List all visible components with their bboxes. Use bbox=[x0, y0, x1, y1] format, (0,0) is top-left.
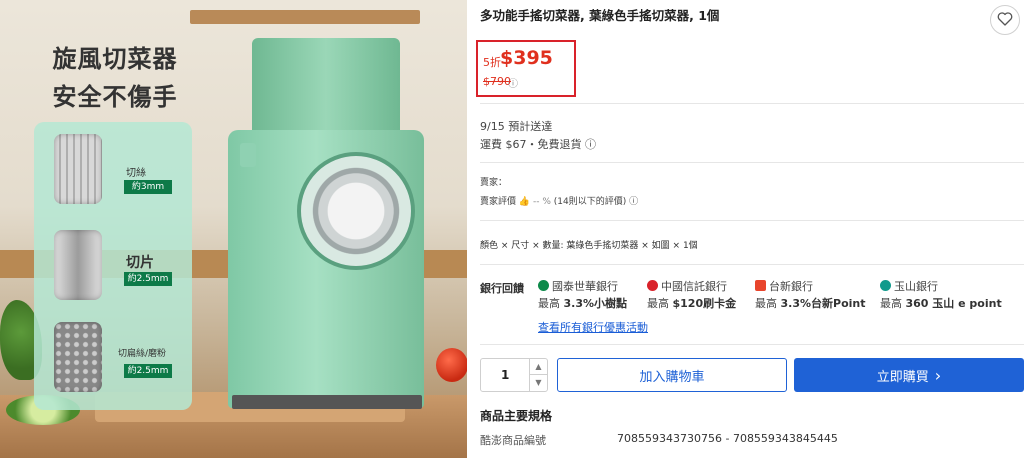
bank-name: 國泰世華銀行 bbox=[552, 279, 618, 293]
shred-blade-image bbox=[54, 134, 102, 204]
heart-icon bbox=[997, 11, 1013, 30]
divider bbox=[480, 344, 1024, 345]
divider bbox=[480, 264, 1024, 265]
favorite-button[interactable] bbox=[990, 5, 1020, 35]
bank-offer-prefix: 最高 bbox=[647, 297, 669, 310]
promo-line-1: 旋風切菜器 bbox=[52, 45, 178, 73]
divider bbox=[480, 103, 1024, 104]
shipping-fee: 運費 $67・免費退貨 ⓘ bbox=[480, 138, 596, 151]
add-to-cart-label: 加入購物車 bbox=[639, 369, 705, 385]
taishin-bank-logo-icon bbox=[755, 280, 766, 291]
quantity-increase-icon[interactable]: ▲ bbox=[529, 359, 547, 375]
divider bbox=[480, 220, 1024, 221]
bank-offer-esun[interactable]: 玉山銀行 最高 360 玉山 e point bbox=[880, 278, 1002, 311]
product-title: 多功能手搖切菜器, 葉綠色手搖切菜器, 1個 bbox=[480, 8, 720, 23]
quantity-decrease-icon[interactable]: ▼ bbox=[529, 375, 547, 391]
divider bbox=[480, 162, 1024, 163]
slice-blade-image bbox=[54, 230, 102, 300]
esun-bank-logo-icon bbox=[880, 280, 891, 291]
promo-headline: 旋風切菜器 安全不傷手 bbox=[40, 40, 190, 116]
machine-drum-window bbox=[297, 152, 415, 270]
bank-offer-taishin[interactable]: 台新銀行 最高 3.3%台新Point bbox=[755, 278, 875, 311]
bank-offer-ctbc[interactable]: 中國信託銀行 最高 $120刷卡金 bbox=[647, 278, 767, 311]
bank-offer-prefix: 最高 bbox=[755, 297, 777, 310]
product-image[interactable]: 旋風切菜器 安全不傷手 切絲 約3mm 切片 約2.5mm 切扁絲/磨粉 約2.… bbox=[0, 0, 467, 458]
bank-offer-value: $120刷卡金 bbox=[672, 297, 737, 310]
seller-rating: 賣家評價 👍 -- % (14則以下的評價) ⓘ bbox=[480, 194, 638, 207]
blade-label-shred: 切絲 bbox=[126, 168, 146, 179]
bank-name: 玉山銀行 bbox=[894, 279, 938, 293]
price-highlight-box: 5折 $395 $790 ⓘ bbox=[476, 40, 576, 97]
specs-heading: 商品主要規格 bbox=[480, 409, 553, 423]
chevron-right-icon: › bbox=[934, 365, 942, 385]
tomato-decoration bbox=[436, 348, 467, 382]
seller-rating-label: 賣家評價 bbox=[480, 197, 517, 207]
bank-offer-prefix: 最高 bbox=[880, 297, 902, 310]
delivery-date: 9/15 預計送達 bbox=[480, 120, 553, 133]
discount-label: 5折 bbox=[483, 56, 501, 69]
bank-cashback-title: 銀行回饋 bbox=[480, 282, 524, 295]
product-info-panel: 多功能手搖切菜器, 葉綠色手搖切菜器, 1個 5折 $395 $790 ⓘ 9/… bbox=[476, 0, 1024, 458]
bank-offer-prefix: 最高 bbox=[538, 297, 560, 310]
bank-offer-value: 360 玉山 e point bbox=[905, 297, 1002, 310]
current-price: $395 bbox=[500, 47, 553, 69]
wall-shelf bbox=[190, 10, 420, 24]
quantity-value[interactable]: 1 bbox=[501, 368, 509, 382]
quantity-stepper[interactable]: 1 ▲ ▼ bbox=[480, 358, 548, 392]
thumbs-up-icon: 👍 bbox=[518, 197, 533, 207]
bank-name: 台新銀行 bbox=[769, 279, 813, 293]
add-to-cart-button[interactable]: 加入購物車 bbox=[557, 358, 787, 392]
seller-rating-value: -- % bbox=[532, 197, 551, 207]
bank-offer-value: 3.3%台新Point bbox=[780, 297, 866, 310]
cathay-bank-logo-icon bbox=[538, 280, 549, 291]
spec-value: 708559343730756 - 708559343845445 bbox=[617, 432, 838, 445]
selected-options[interactable]: 顏色 × 尺寸 × 數量: 葉綠色手搖切菜器 × 如圖 × 1個 bbox=[480, 238, 698, 251]
info-icon[interactable]: ⓘ bbox=[508, 75, 518, 90]
blade-size-slice: 約2.5mm bbox=[124, 272, 172, 286]
machine-hopper bbox=[252, 38, 400, 138]
blade-options-card: 切絲 約3mm 切片 約2.5mm 切扁絲/磨粉 約2.5mm bbox=[34, 122, 192, 410]
bank-name: 中國信託銀行 bbox=[661, 279, 727, 293]
blade-size-shred: 約3mm bbox=[124, 180, 172, 194]
all-bank-offers-link[interactable]: 查看所有銀行優惠活動 bbox=[538, 319, 648, 335]
seller-label: 賣家： bbox=[480, 178, 508, 188]
machine-base bbox=[232, 395, 422, 409]
promo-line-2: 安全不傷手 bbox=[52, 83, 178, 111]
ctbc-bank-logo-icon bbox=[647, 280, 658, 291]
blade-size-grate: 約2.5mm bbox=[124, 364, 172, 378]
bank-offer-value: 3.3%小樹點 bbox=[563, 297, 628, 310]
buy-now-button[interactable]: 立即購買 › bbox=[794, 358, 1024, 392]
spec-key: 酷澎商品編號 bbox=[480, 434, 546, 447]
grate-blade-image bbox=[54, 322, 102, 392]
bank-offer-cathay[interactable]: 國泰世華銀行 最高 3.3%小樹點 bbox=[538, 278, 658, 311]
machine-handle bbox=[240, 143, 256, 167]
blade-label-slice: 切片 bbox=[126, 255, 154, 271]
buy-now-label: 立即購買 bbox=[876, 369, 929, 385]
original-price: $790 bbox=[483, 75, 511, 88]
blade-label-grate: 切扁絲/磨粉 bbox=[118, 349, 167, 359]
seller-rating-note: (14則以下的評價) ⓘ bbox=[553, 197, 639, 207]
